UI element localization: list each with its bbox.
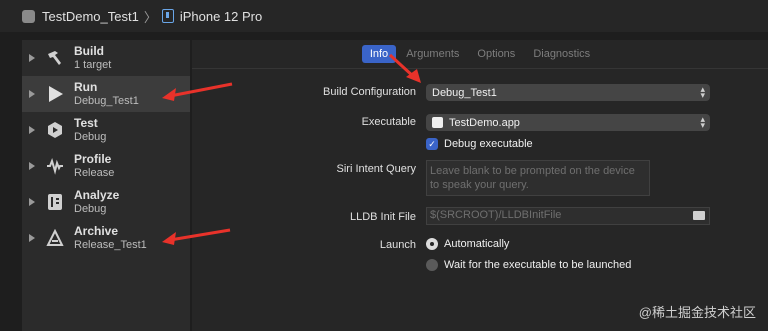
build-configuration-popup[interactable]: Debug_Test1 ▴ ▾ xyxy=(426,84,710,101)
sidebar-item-title: Run xyxy=(74,80,98,94)
sidebar-item-subtitle: Debug xyxy=(74,131,107,143)
sidebar-item-subtitle: Release_Test1 xyxy=(74,239,147,251)
waveform-icon xyxy=(44,155,66,177)
executable-popup[interactable]: TestDemo.app ▴ ▾ xyxy=(426,114,710,131)
sidebar-item-subtitle: Debug_Test1 xyxy=(74,95,139,107)
tab-options[interactable]: Options xyxy=(469,45,523,63)
disclosure-triangle-icon[interactable] xyxy=(29,162,35,170)
app-icon xyxy=(432,117,443,128)
siri-intent-query-label: Siri Intent Query xyxy=(336,163,416,175)
lldb-init-file-label: LLDB Init File xyxy=(349,211,416,223)
archive-icon xyxy=(44,227,66,249)
disclosure-triangle-icon[interactable] xyxy=(29,126,35,134)
lldb-init-file-field[interactable]: $(SRCROOT)/LLDBInitFile xyxy=(426,207,710,225)
radio-unselected-icon[interactable] xyxy=(426,259,438,271)
scheme-actions-sidebar: Build 1 target Run Debug_Test1 Test Debu… xyxy=(22,40,190,331)
sidebar-item-subtitle: Debug xyxy=(74,203,107,215)
lldb-init-file-placeholder: $(SRCROOT)/LLDBInitFile xyxy=(430,209,562,221)
launch-automatically-label: Automatically xyxy=(444,238,510,250)
play-icon xyxy=(44,83,66,105)
sidebar-item-title: Analyze xyxy=(74,188,120,202)
sidebar-item-profile[interactable]: Profile Release xyxy=(22,148,190,184)
hammer-icon xyxy=(44,47,66,69)
siri-intent-query-field[interactable]: Leave blank to be prompted on the device… xyxy=(426,160,650,196)
executable-label: Executable xyxy=(361,116,416,128)
build-configuration-value: Debug_Test1 xyxy=(432,86,497,99)
title-bar: TestDemo_Test1 〉 iPhone 12 Pro xyxy=(0,0,768,32)
executable-value: TestDemo.app xyxy=(449,116,520,129)
build-configuration-label: Build Configuration xyxy=(323,86,416,98)
popup-arrows-icon: ▴ ▾ xyxy=(700,114,705,130)
debug-executable-checkbox[interactable]: ✓ xyxy=(426,138,438,150)
tab-info[interactable]: Info xyxy=(361,45,397,63)
sidebar-item-build[interactable]: Build 1 target xyxy=(22,40,190,76)
sidebar-item-archive[interactable]: Archive Release_Test1 xyxy=(22,220,190,256)
disclosure-triangle-icon[interactable] xyxy=(29,198,35,206)
tab-diagnostics[interactable]: Diagnostics xyxy=(525,45,598,63)
tab-bar: Info Arguments Options Diagnostics xyxy=(192,40,768,69)
device-icon xyxy=(161,9,174,23)
analyze-icon xyxy=(44,191,66,213)
device-name[interactable]: iPhone 12 Pro xyxy=(180,9,262,24)
launch-wait-label: Wait for the executable to be launched xyxy=(444,259,632,271)
sidebar-item-test[interactable]: Test Debug xyxy=(22,112,190,148)
folder-icon[interactable] xyxy=(693,211,705,220)
watermark: @稀土掘金技术社区 xyxy=(638,305,756,320)
sidebar-item-title: Archive xyxy=(74,224,119,238)
radio-selected-icon[interactable] xyxy=(426,238,438,250)
launch-automatically-option[interactable]: Automatically xyxy=(426,238,509,250)
scheme-name[interactable]: TestDemo_Test1 xyxy=(42,9,139,24)
disclosure-triangle-icon[interactable] xyxy=(29,234,35,242)
launch-wait-option[interactable]: Wait for the executable to be launched xyxy=(426,259,631,271)
breadcrumb-separator: 〉 xyxy=(143,9,157,25)
sidebar-item-title: Test xyxy=(74,116,98,130)
disclosure-triangle-icon[interactable] xyxy=(29,90,35,98)
sidebar-item-run[interactable]: Run Debug_Test1 xyxy=(22,76,190,112)
popup-arrows-icon: ▴ ▾ xyxy=(700,84,705,100)
sidebar-item-title: Build xyxy=(74,44,104,58)
disclosure-triangle-icon[interactable] xyxy=(29,54,35,62)
debug-executable-row[interactable]: ✓ Debug executable xyxy=(426,138,533,150)
launch-label: Launch xyxy=(379,239,416,251)
sidebar-item-title: Profile xyxy=(74,152,112,166)
scheme-editor-panel: Info Arguments Options Diagnostics Build… xyxy=(192,40,768,331)
sidebar-item-subtitle: Release xyxy=(74,167,115,179)
scheme-icon xyxy=(22,9,35,23)
debug-executable-label: Debug executable xyxy=(444,138,533,150)
tab-arguments[interactable]: Arguments xyxy=(398,45,467,63)
sidebar-item-analyze[interactable]: Analyze Debug xyxy=(22,184,190,220)
sidebar-item-subtitle: 1 target xyxy=(74,59,112,71)
test-icon xyxy=(44,119,66,141)
